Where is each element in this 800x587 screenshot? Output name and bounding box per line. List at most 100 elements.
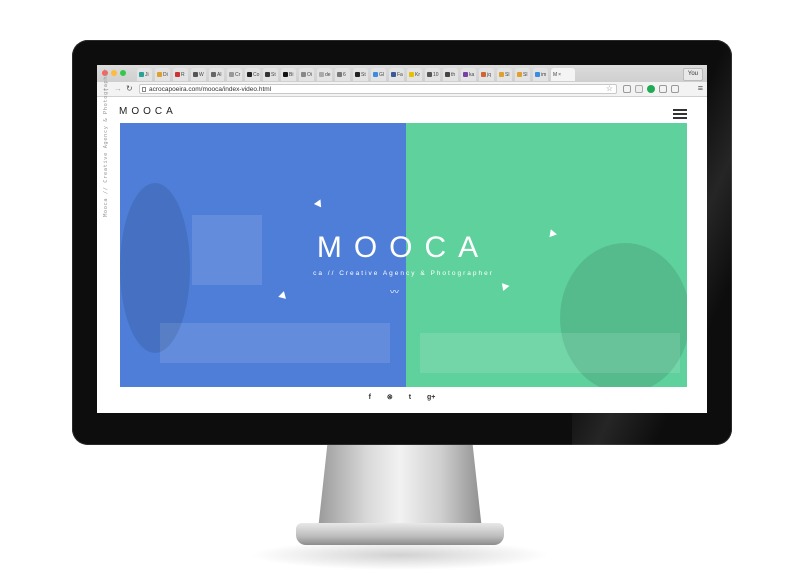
browser-tab[interactable]: jq	[479, 68, 494, 81]
favicon-icon	[463, 72, 468, 77]
browser-tab[interactable]: Cr	[227, 68, 242, 81]
ghost-person-left	[120, 183, 190, 353]
favicon-icon	[229, 72, 234, 77]
browser-tab[interactable]: Sl	[515, 68, 530, 81]
favicon-icon	[301, 72, 306, 77]
browser-tab[interactable]: St	[353, 68, 368, 81]
browser-tab[interactable]: th	[443, 68, 458, 81]
tab-label: Fa	[397, 71, 403, 78]
tab-label: Kr	[415, 71, 420, 78]
screen: Ji Di R W Al Cr Co St Bi Oi de 6 St Gl Fa Kr 10 th ka jq Sl S…	[97, 65, 707, 413]
hamburger-menu-icon[interactable]	[673, 109, 687, 119]
hero-title: MOOCA	[316, 231, 491, 264]
minimize-window-icon[interactable]	[111, 70, 117, 76]
menu-icon[interactable]: ≡	[698, 83, 703, 93]
twitter-icon[interactable]: t	[409, 394, 411, 401]
browser-tab[interactable]: R	[173, 68, 188, 81]
favicon-icon	[193, 72, 198, 77]
browser-tab[interactable]: St	[263, 68, 278, 81]
favicon-icon	[499, 72, 504, 77]
browser-tab[interactable]: W	[191, 68, 206, 81]
favicon-icon	[445, 72, 450, 77]
browser-tab[interactable]: Bi	[281, 68, 296, 81]
browser-tab[interactable]: Di	[155, 68, 170, 81]
browser-tab[interactable]: Gl	[371, 68, 386, 81]
favicon-icon	[391, 72, 396, 77]
site-logo[interactable]: MOOCA	[119, 106, 177, 117]
browser-tab[interactable]: im	[533, 68, 548, 81]
star-icon[interactable]: ☆	[606, 84, 613, 94]
browser-tab[interactable]: Sl	[497, 68, 512, 81]
zoom-window-icon[interactable]	[120, 70, 126, 76]
favicon-icon	[337, 72, 342, 77]
extension-circle-icon[interactable]	[647, 85, 655, 93]
browser-tab-active[interactable]: M ×	[551, 68, 575, 81]
browser-tab[interactable]: Al	[209, 68, 224, 81]
tab-label: th	[451, 71, 456, 78]
favicon-icon	[517, 72, 522, 77]
extension-shield-icon[interactable]	[623, 85, 631, 93]
tab-label: jq	[487, 71, 491, 78]
favicon-icon	[175, 72, 180, 77]
extension-sync-icon[interactable]	[659, 85, 667, 93]
tab-bar: Ji Di R W Al Cr Co St Bi Oi de 6 St Gl Fa Kr 10 th ka jq Sl S…	[97, 65, 707, 82]
ghost-desk	[160, 323, 390, 363]
facebook-icon[interactable]: f	[369, 394, 371, 401]
tab-label: St	[361, 71, 366, 78]
triangle-shape	[501, 281, 511, 292]
monitor-stand	[318, 440, 482, 530]
close-tab-icon[interactable]: ×	[558, 72, 561, 78]
hero-video[interactable]: 〰 MOOCA ca // Creative Agency & Photogra…	[120, 123, 687, 387]
address-bar[interactable]: acrocapoeira.com/mooca/index-video.html …	[139, 84, 617, 94]
tab-label: Oi	[307, 71, 312, 78]
browser-tab[interactable]: Oi	[299, 68, 314, 81]
favicon-icon	[535, 72, 540, 77]
dribbble-icon[interactable]: ⊗	[387, 393, 393, 401]
favicon-icon	[265, 72, 270, 77]
url-text: acrocapoeira.com/mooca/index-video.html	[149, 86, 272, 93]
profile-button[interactable]: You	[682, 68, 703, 81]
monitor-stand-base	[296, 523, 504, 545]
browser-tab[interactable]: Ji	[137, 68, 152, 81]
google-plus-icon[interactable]: g+	[427, 394, 435, 401]
tab-label: Sl	[505, 71, 510, 78]
tab-label: de	[325, 71, 331, 78]
tab-label: Co	[253, 71, 260, 78]
hero-subtitle: ca // Creative Agency & Photographer	[313, 270, 494, 277]
tab-label: R	[181, 71, 185, 78]
cast-icon[interactable]	[671, 85, 679, 93]
favicon-icon	[247, 72, 252, 77]
ghost-table-right	[420, 333, 680, 373]
favicon-icon	[211, 72, 216, 77]
tab-label: St	[271, 71, 276, 78]
extension-square-icon[interactable]	[635, 85, 643, 93]
browser-tab[interactable]: Kr	[407, 68, 422, 81]
tab-label: im	[541, 71, 547, 78]
browser-tab[interactable]: Fa	[389, 68, 404, 81]
tab-label: Sl	[523, 71, 528, 78]
tab-label: 6	[343, 71, 346, 78]
browser-tab[interactable]: Co	[245, 68, 260, 81]
browser-tab[interactable]: de	[317, 68, 332, 81]
page-icon	[142, 87, 146, 92]
web-page: MOOCA Mooca // Creative Agency & Photogr…	[97, 68, 707, 413]
tab-label: Gl	[379, 71, 384, 78]
tab-label: ka	[469, 71, 475, 78]
tab-label: W	[199, 71, 204, 78]
tab-label: M	[553, 71, 558, 78]
forward-arrow-icon[interactable]: →	[114, 84, 122, 94]
tab-label: Cr	[235, 71, 241, 78]
reload-icon[interactable]: ↻	[126, 84, 133, 94]
squiggle-shape: 〰	[390, 287, 400, 297]
browser-tab[interactable]: ka	[461, 68, 476, 81]
favicon-icon	[409, 72, 414, 77]
favicon-icon	[481, 72, 486, 77]
tab-label: Al	[217, 71, 222, 78]
tab-label: Bi	[289, 71, 294, 78]
browser-toolbar: ← → ↻ acrocapoeira.com/mooca/index-video…	[97, 82, 707, 97]
side-tagline: Mooca // Creative Agency & Photographer	[103, 68, 109, 217]
browser-tab[interactable]: 10	[425, 68, 440, 81]
favicon-icon	[355, 72, 360, 77]
tab-label: Di	[163, 71, 168, 78]
browser-tab[interactable]: 6	[335, 68, 350, 81]
